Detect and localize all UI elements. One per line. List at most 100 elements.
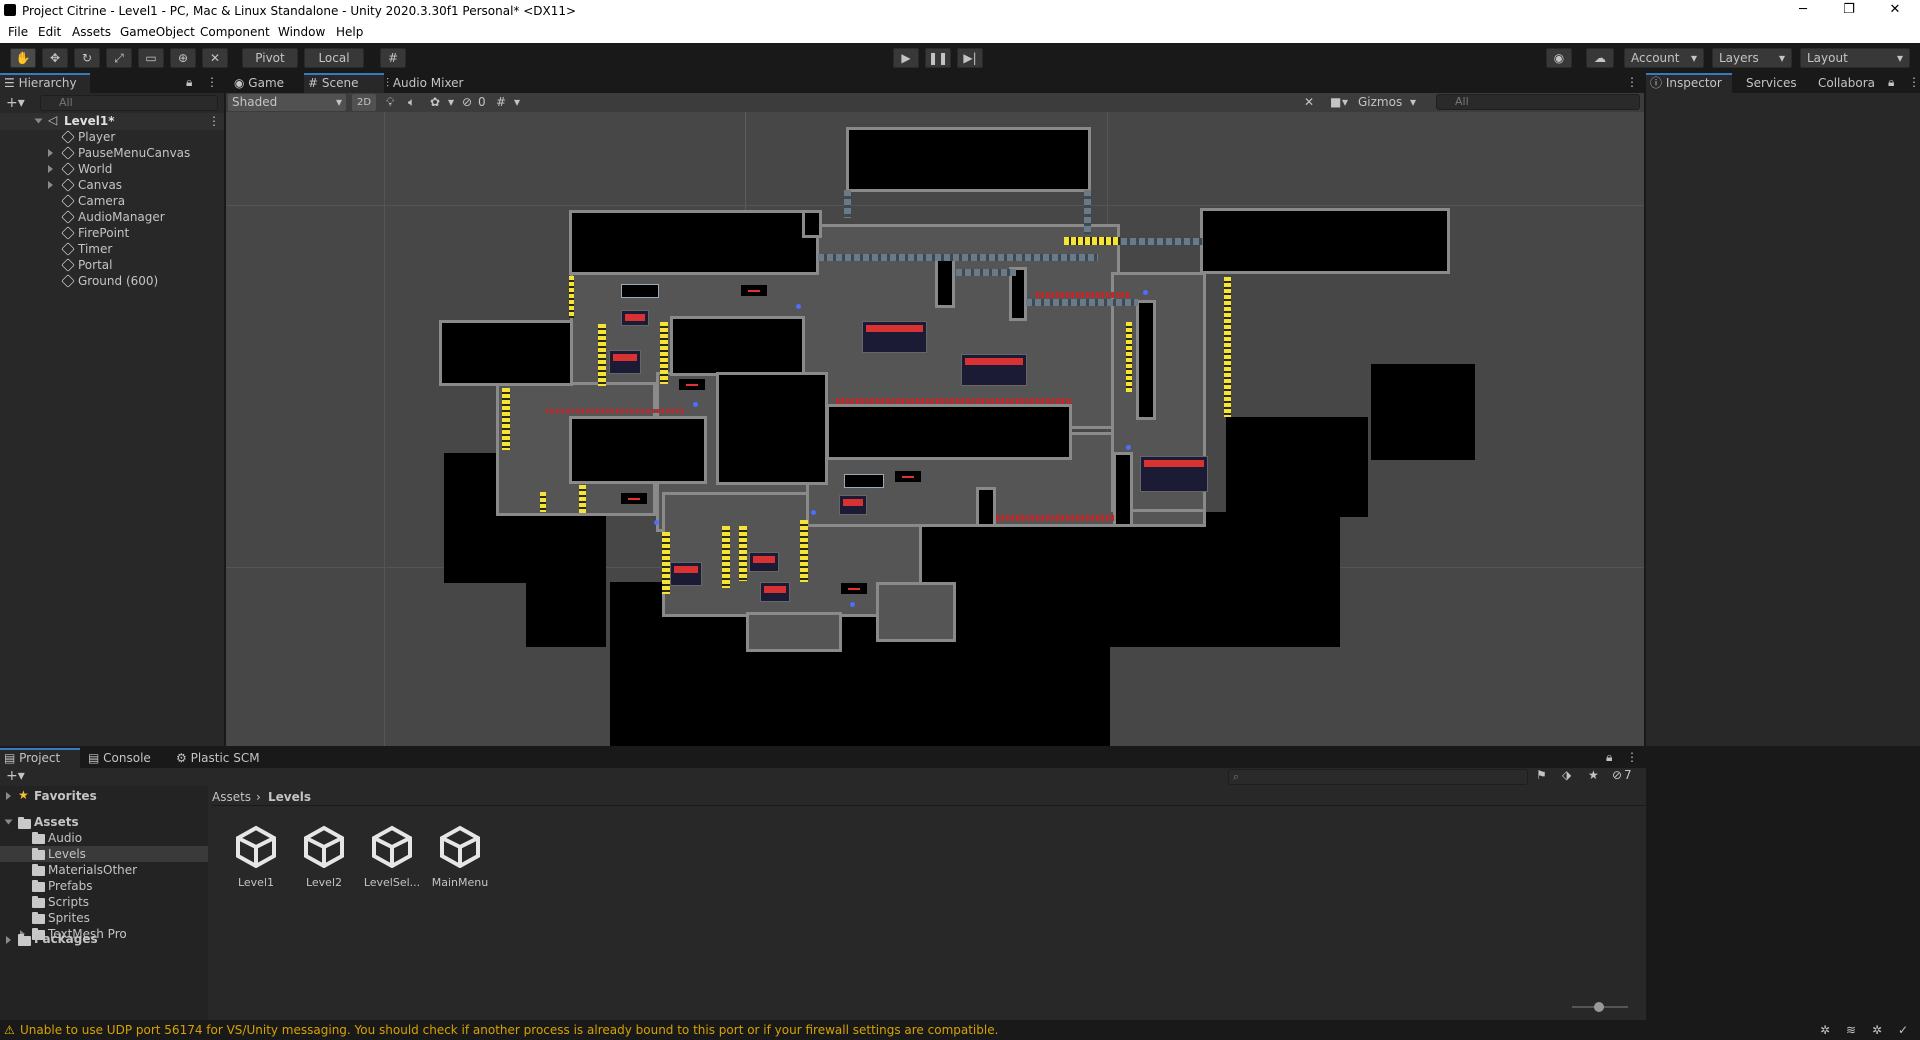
hierarchy-item[interactable]: Canvas — [0, 177, 224, 193]
check-icon[interactable]: ✓ — [1898, 1020, 1908, 1040]
lighting-icon[interactable]: 💡︎ — [386, 95, 394, 110]
minimize-button[interactable]: ─ — [1780, 0, 1826, 22]
scene-row[interactable]: ◁ Level1* ⋮ — [0, 113, 224, 130]
play-button[interactable]: ▶ — [893, 48, 919, 68]
hierarchy-search-input[interactable]: All — [40, 95, 218, 111]
chevron-down-icon[interactable]: ▾ — [1342, 95, 1348, 109]
scene-asset-tile[interactable]: Level2 — [294, 824, 354, 904]
folder-item[interactable]: Prefabs — [0, 878, 208, 894]
expand-arrow-icon[interactable] — [34, 118, 43, 124]
menu-file[interactable]: File — [8, 25, 28, 39]
bug-icon[interactable]: ✲ — [1872, 1020, 1882, 1040]
scene-asset-tile[interactable]: Level1 — [226, 824, 286, 904]
pivot-toggle[interactable]: Pivot — [242, 48, 298, 68]
cloud-button[interactable]: ☁ — [1586, 48, 1614, 68]
folder-item[interactable]: MaterialsOther — [0, 862, 208, 878]
menu-help[interactable]: Help — [336, 25, 363, 39]
project-search-input[interactable]: ⌕ — [1228, 769, 1528, 785]
tab-plastic-scm[interactable]: ⚙ Plastic SCM — [172, 748, 282, 768]
status-message[interactable]: Unable to use UDP port 56174 for VS/Unit… — [20, 1020, 998, 1040]
expand-arrow-icon[interactable] — [48, 165, 53, 173]
folder-item[interactable]: Scripts — [0, 894, 208, 910]
menu-edit[interactable]: Edit — [38, 25, 61, 39]
rotate-tool-button[interactable]: ↻ — [74, 48, 100, 68]
layers-dropdown[interactable]: Layers ▾ — [1712, 48, 1792, 68]
pause-button[interactable]: ❚❚ — [925, 48, 951, 68]
account-dropdown[interactable]: Account ▾ — [1624, 48, 1704, 68]
tab-collaborate[interactable]: Collabora — [1814, 73, 1880, 93]
hand-tool-button[interactable]: ✋ — [10, 48, 36, 68]
kebab-menu-icon[interactable]: ⋮ — [1626, 750, 1638, 764]
folder-item[interactable]: Audio — [0, 830, 208, 846]
hierarchy-item[interactable]: Timer — [0, 241, 224, 257]
lock-icon[interactable]: 🔒︎ — [1888, 75, 1894, 90]
scene-asset-tile[interactable]: MainMenu — [430, 824, 490, 904]
expand-arrow-icon[interactable] — [6, 936, 11, 944]
tab-audio-mixer[interactable]: ⫶ Audio Mixer — [382, 73, 492, 93]
grid-icon[interactable]: # — [496, 95, 506, 109]
effects-icon[interactable]: ✿ — [430, 95, 440, 109]
kebab-menu-icon[interactable]: ⋮ — [1908, 75, 1920, 89]
layout-dropdown[interactable]: Layout ▾ — [1800, 48, 1910, 68]
tab-project[interactable]: ▤ Project — [0, 748, 80, 768]
maximize-button[interactable]: ❐ — [1826, 0, 1872, 22]
hierarchy-item[interactable]: Player — [0, 129, 224, 145]
folder-item[interactable]: Levels — [0, 846, 208, 862]
kebab-menu-icon[interactable]: ⋮ — [206, 75, 218, 89]
tab-services[interactable]: Services — [1742, 73, 1808, 93]
scene-view[interactable] — [226, 112, 1644, 746]
kebab-menu-icon[interactable]: ⋮ — [1626, 75, 1638, 89]
step-button[interactable]: ▶| — [957, 48, 983, 68]
filter-label-icon[interactable]: ⬗ — [1562, 768, 1571, 782]
chevron-down-icon[interactable]: ▾ — [448, 95, 454, 109]
breadcrumb-levels[interactable]: Levels — [268, 790, 311, 804]
icon-size-slider-handle[interactable] — [1594, 1002, 1604, 1012]
menu-assets[interactable]: Assets — [72, 25, 111, 39]
rect-tool-button[interactable]: ▭ — [138, 48, 164, 68]
kebab-menu-icon[interactable]: ⋮ — [208, 114, 220, 128]
packages-folder[interactable]: Packages — [34, 932, 98, 946]
close-button[interactable]: ✕ — [1872, 0, 1918, 22]
tab-scene[interactable]: # Scene — [304, 73, 384, 93]
local-toggle[interactable]: Local — [304, 48, 364, 68]
filter-type-icon[interactable]: ⚑ — [1536, 768, 1547, 782]
scene-search-input[interactable]: All — [1436, 94, 1640, 110]
progress-icon[interactable]: ≋ — [1846, 1020, 1856, 1040]
tab-console[interactable]: ▤ Console — [84, 748, 164, 768]
hierarchy-item[interactable]: World — [0, 161, 224, 177]
audio-icon[interactable]: 🔈︎ — [408, 95, 415, 110]
menu-gameobject[interactable]: GameObject — [120, 25, 195, 39]
menu-window[interactable]: Window — [278, 25, 325, 39]
scale-tool-button[interactable]: ⤢ — [106, 48, 132, 68]
tab-game[interactable]: ◉ Game — [230, 73, 302, 93]
hidden-objects-icon[interactable]: ⊘ — [462, 95, 472, 109]
hierarchy-item[interactable]: PauseMenuCanvas — [0, 145, 224, 161]
expand-arrow-icon[interactable] — [4, 819, 13, 825]
grid-snap-button[interactable]: # — [380, 48, 406, 68]
favorite-star-icon[interactable]: ★ — [1588, 768, 1599, 782]
transform-tool-button[interactable]: ⊕ — [170, 48, 196, 68]
hierarchy-item[interactable]: FirePoint — [0, 225, 224, 241]
tools-icon[interactable]: ✕ — [1304, 95, 1314, 109]
breadcrumb-assets[interactable]: Assets — [212, 790, 251, 804]
move-tool-button[interactable]: ✥ — [42, 48, 68, 68]
expand-arrow-icon[interactable] — [48, 149, 53, 157]
folder-item[interactable]: Sprites — [0, 910, 208, 926]
expand-arrow-icon[interactable] — [6, 792, 11, 800]
tab-inspector[interactable]: ⓘ Inspector — [1646, 73, 1732, 93]
camera-icon[interactable]: ■ — [1330, 95, 1341, 109]
hierarchy-item[interactable]: Camera — [0, 193, 224, 209]
hidden-packages-icon[interactable]: ⊘ — [1612, 768, 1622, 782]
create-asset-button[interactable]: +▾ — [6, 768, 25, 784]
shading-mode-dropdown[interactable]: Shaded ▾ — [228, 94, 346, 111]
assets-folder[interactable]: Assets — [34, 815, 79, 829]
chevron-down-icon[interactable]: ▾ — [514, 95, 520, 109]
hierarchy-item[interactable]: Portal — [0, 257, 224, 273]
debug-icon[interactable]: ✲ — [1820, 1020, 1830, 1040]
lock-icon[interactable]: 🔒︎ — [1606, 750, 1612, 765]
favorites-label[interactable]: Favorites — [34, 789, 97, 803]
collab-button[interactable]: ◉ — [1546, 48, 1572, 68]
custom-tool-button[interactable]: ✕ — [202, 48, 228, 68]
create-button[interactable]: +▾ — [6, 95, 25, 111]
lock-icon[interactable]: 🔒︎ — [186, 75, 192, 90]
